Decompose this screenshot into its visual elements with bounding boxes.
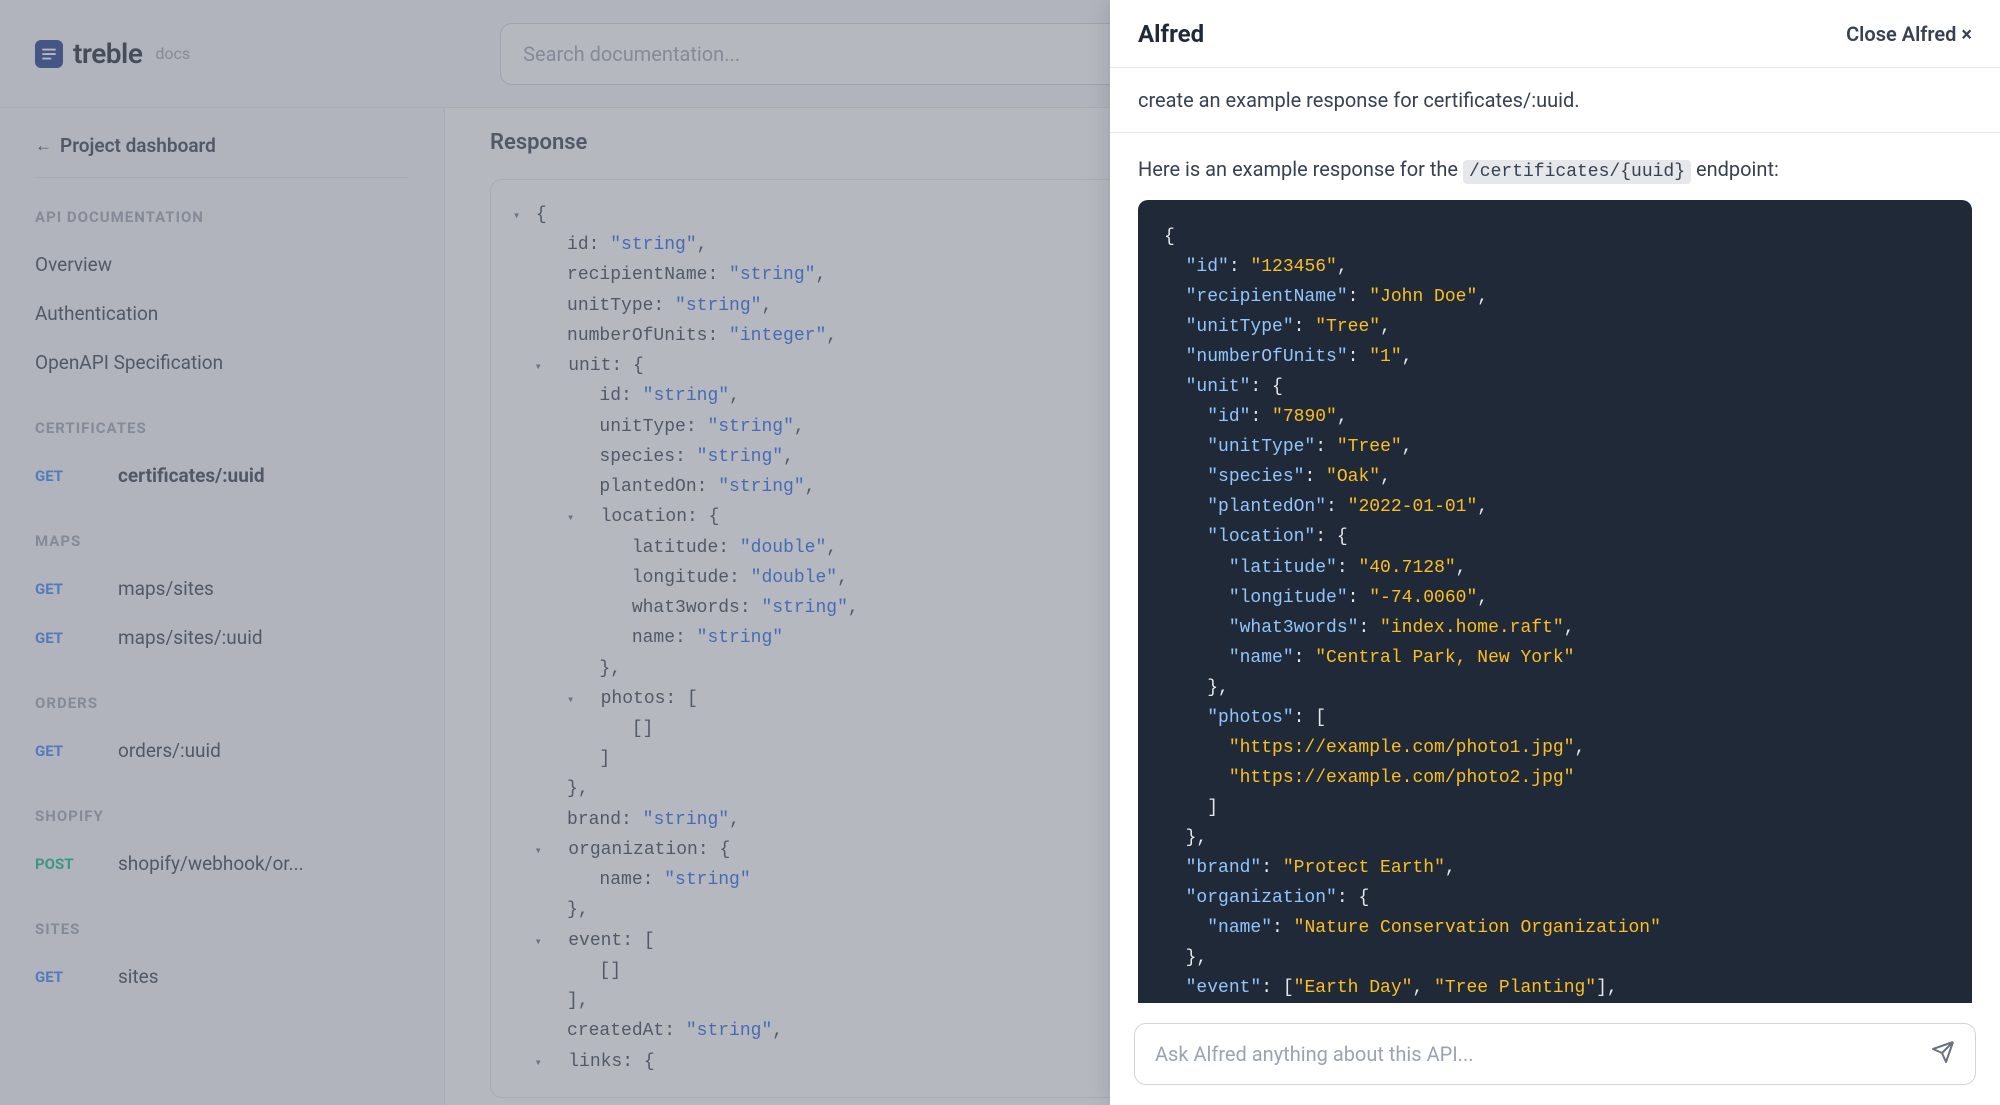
alfred-panel: Alfred Close Alfred × create an example … <box>1110 0 2000 1105</box>
send-icon[interactable] <box>1931 1040 1955 1069</box>
close-alfred-button[interactable]: Close Alfred × <box>1846 22 1972 46</box>
alfred-example-code: { "id": "123456", "recipientName": "John… <box>1138 200 1972 1003</box>
alfred-input[interactable]: Ask Alfred anything about this API... <box>1134 1023 1976 1085</box>
alfred-response-body: Here is an example response for the /cer… <box>1110 133 2000 1003</box>
alfred-title: Alfred <box>1138 20 1204 48</box>
alfred-user-message: create an example response for certifica… <box>1110 68 2000 133</box>
alfred-input-placeholder: Ask Alfred anything about this API... <box>1155 1042 1474 1066</box>
alfred-intro-text: Here is an example response for the /cer… <box>1138 157 1972 182</box>
alfred-input-wrap: Ask Alfred anything about this API... <box>1110 1003 2000 1105</box>
alfred-header: Alfred Close Alfred × <box>1110 0 2000 68</box>
